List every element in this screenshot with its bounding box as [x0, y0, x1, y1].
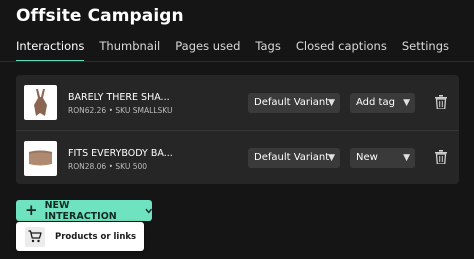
product-thumbnail	[24, 85, 57, 120]
page-title: Offsite Campaign	[16, 6, 184, 26]
product-thumbnail	[24, 141, 57, 176]
product-meta: RON28.06 • SKU 500	[68, 162, 147, 171]
chevron-down-icon: ▼	[328, 153, 335, 163]
chevron-down-icon	[144, 208, 152, 213]
trash-icon[interactable]	[435, 94, 447, 113]
interaction-row: FITS EVERYBODY BA... RON28.06 • SKU 500 …	[16, 130, 459, 185]
tag-select[interactable]: New ▼	[350, 148, 415, 168]
product-meta: RON62.26 • SKU SMALLSKU	[68, 106, 172, 115]
plus-icon: +	[25, 201, 38, 219]
interactions-list: BARELY THERE SHA... RON62.26 • SKU SMALL…	[16, 75, 459, 184]
variant-value: Default Variant	[254, 152, 330, 163]
tab-pages-used[interactable]: Pages used	[175, 39, 240, 62]
product-name[interactable]: FITS EVERYBODY BA...	[68, 148, 173, 159]
new-interaction-label: NEW INTERACTION	[44, 199, 117, 222]
tab-tags[interactable]: Tags	[255, 39, 280, 62]
products-or-links-menu-item[interactable]: Products or links	[16, 222, 144, 251]
chevron-down-icon: ▼	[403, 98, 410, 108]
tab-settings[interactable]: Settings	[402, 39, 449, 62]
chevron-down-icon: ▼	[328, 98, 335, 108]
tag-value: New	[356, 152, 378, 163]
product-name[interactable]: BARELY THERE SHA...	[68, 92, 170, 103]
interaction-row: BARELY THERE SHA... RON62.26 • SKU SMALL…	[16, 75, 459, 129]
product-price: RON62.26	[68, 106, 107, 115]
trash-icon[interactable]	[435, 149, 447, 168]
tab-bar: Interactions Thumbnail Pages used Tags C…	[16, 39, 449, 62]
product-sku: SKU 500	[115, 162, 148, 171]
tag-value: Add tag	[356, 97, 395, 108]
menu-item-label: Products or links	[55, 231, 137, 242]
tab-closed-captions[interactable]: Closed captions	[296, 39, 387, 62]
product-price: RON28.06	[68, 162, 107, 171]
chevron-down-icon: ▼	[403, 153, 410, 163]
variant-select[interactable]: Default Variant ▼	[248, 93, 340, 113]
tab-thumbnail[interactable]: Thumbnail	[99, 39, 160, 62]
tab-interactions[interactable]: Interactions	[16, 39, 85, 62]
cart-icon	[25, 226, 45, 247]
tag-select[interactable]: Add tag ▼	[350, 93, 415, 113]
tab-divider	[0, 61, 474, 62]
product-sku: SKU SMALLSKU	[115, 106, 173, 115]
variant-select[interactable]: Default Variant ▼	[248, 148, 340, 168]
variant-value: Default Variant	[254, 97, 330, 108]
new-interaction-button[interactable]: + NEW INTERACTION	[16, 199, 152, 222]
